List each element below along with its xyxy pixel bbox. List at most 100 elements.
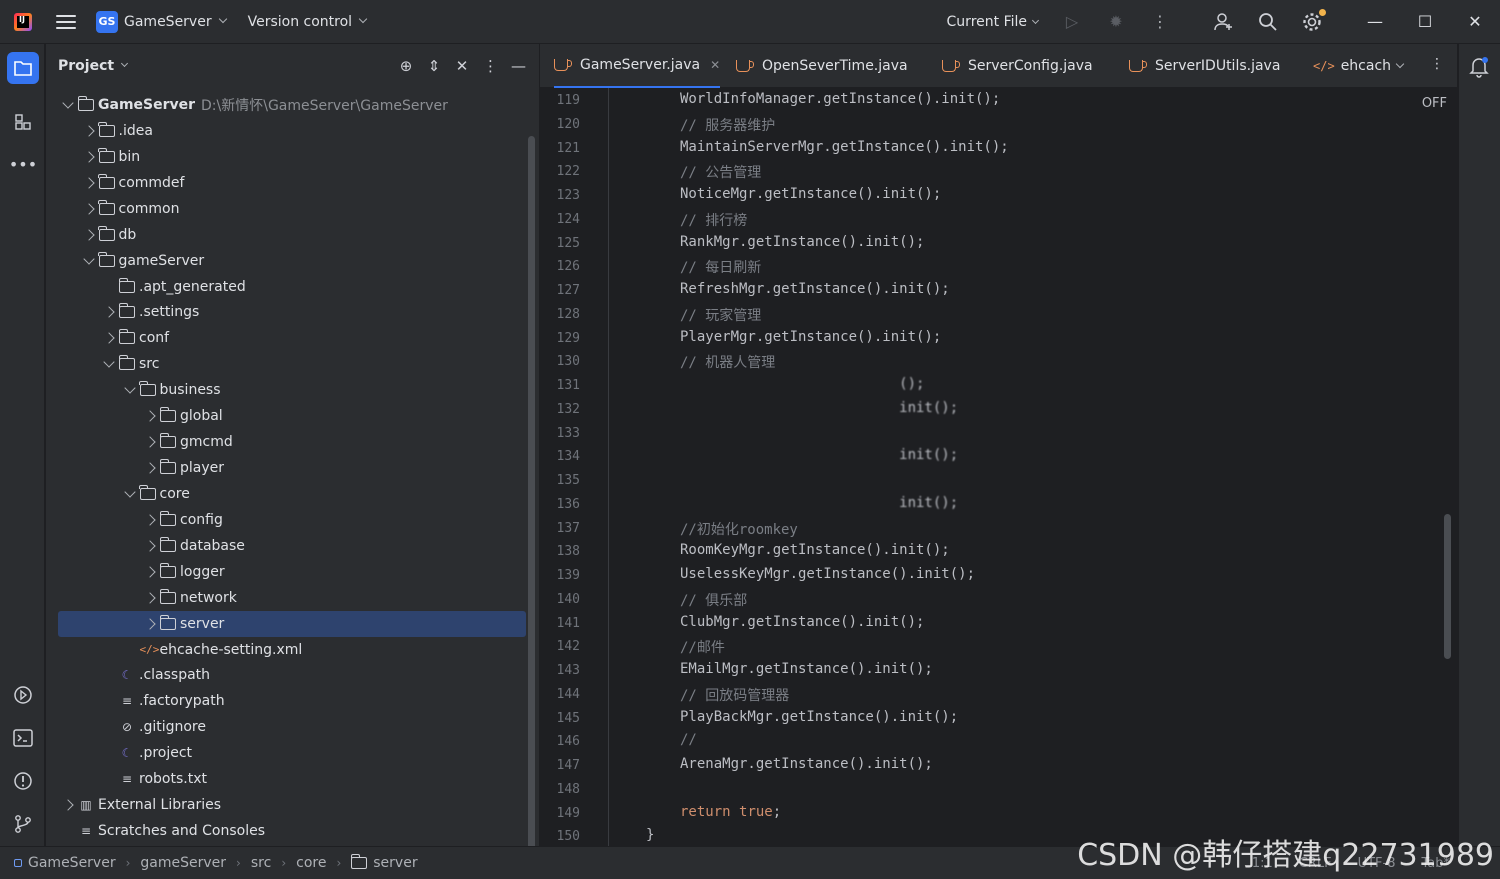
expand-all-icon[interactable]: ⇕: [427, 57, 441, 75]
tab-gameserver-java[interactable]: GameServer.java ✕: [554, 44, 721, 88]
tree-item-project[interactable]: ☾ .project: [58, 740, 526, 766]
collapse-all-icon[interactable]: ✕: [455, 57, 469, 75]
chevron-right-icon[interactable]: [144, 436, 156, 448]
chevron-down-icon[interactable]: [121, 59, 129, 67]
chevron-down-icon[interactable]: [358, 14, 368, 23]
editor-scrollbar[interactable]: [1444, 514, 1451, 659]
tree-item-robots-txt[interactable]: ≡ robots.txt: [58, 766, 526, 792]
chevron-right-icon[interactable]: [144, 410, 156, 422]
minimize-button[interactable]: —: [1350, 0, 1400, 44]
tab-ehcach[interactable]: </> ehcach: [1313, 44, 1391, 88]
close-tab-icon[interactable]: ✕: [710, 58, 720, 72]
tree-item-logger[interactable]: logger: [58, 559, 526, 585]
chevron-right-icon[interactable]: [144, 566, 156, 578]
chevron-right-icon[interactable]: [82, 203, 95, 215]
tree-item-gitignore[interactable]: ⊘ .gitignore: [58, 714, 526, 740]
tree-item-database[interactable]: database: [58, 533, 526, 559]
project-tool-icon[interactable]: [7, 52, 39, 84]
tree-item-network[interactable]: network: [58, 585, 526, 611]
breadcrumb-item[interactable]: GameServer: [14, 855, 116, 871]
breadcrumb-item[interactable]: gameServer: [140, 855, 226, 871]
chevron-right-icon[interactable]: [62, 799, 74, 811]
tree-item-ehcache-setting-xml[interactable]: </> ehcache-setting.xml: [58, 637, 526, 663]
chevron-right-icon[interactable]: [103, 306, 115, 319]
project-badge[interactable]: GS: [96, 10, 118, 33]
tree-item-gmcmd[interactable]: gmcmd: [58, 429, 526, 455]
tab-opensevertime-java[interactable]: OpenSeverTime.java: [736, 44, 908, 88]
run-icon[interactable]: ▷: [1060, 10, 1084, 34]
tree-item-player[interactable]: player: [58, 455, 526, 481]
settings-gear-icon[interactable]: [1300, 8, 1326, 34]
tree-item-global[interactable]: global: [58, 403, 526, 429]
tree-item-server[interactable]: server: [58, 610, 526, 637]
debug-icon[interactable]: ✹: [1104, 10, 1128, 34]
options-icon[interactable]: ⋮: [483, 57, 498, 75]
breadcrumb-item[interactable]: server: [350, 854, 418, 871]
chevron-right-icon[interactable]: [144, 617, 156, 630]
project-tree-scrollbar[interactable]: [528, 136, 535, 879]
chevron-down-icon[interactable]: [62, 97, 74, 109]
project-panel-title[interactable]: Project: [58, 58, 114, 74]
tree-item-db[interactable]: db: [58, 222, 526, 248]
chevron-right-icon[interactable]: [144, 514, 156, 526]
tree-item-classpath[interactable]: ☾ .classpath: [58, 662, 526, 688]
notifications-bell-icon[interactable]: [1469, 56, 1489, 83]
tree-item-business[interactable]: business: [58, 377, 526, 403]
more-actions-icon[interactable]: ⋮: [1148, 10, 1172, 34]
tree-item-idea[interactable]: .idea: [58, 118, 526, 144]
hide-panel-icon[interactable]: —: [511, 57, 526, 75]
tree-item-core[interactable]: core: [58, 481, 526, 507]
locate-file-icon[interactable]: ⊕: [399, 57, 413, 75]
problems-tool-icon[interactable]: [7, 765, 39, 797]
show-hidden-tabs-icon[interactable]: [1395, 58, 1405, 74]
code-with-me-icon[interactable]: [1212, 10, 1236, 34]
chevron-right-icon[interactable]: [144, 540, 156, 552]
tree-item-settings[interactable]: .settings: [58, 299, 526, 325]
chevron-down-icon[interactable]: [123, 486, 136, 498]
tab-options-icon[interactable]: ⋮: [1430, 56, 1444, 72]
tree-item-gameserver[interactable]: GameServer D:\新情怀\GameServer\GameServer: [58, 92, 526, 118]
close-button[interactable]: ✕: [1450, 0, 1500, 44]
tree-item-config[interactable]: config: [58, 507, 526, 533]
intellij-logo-icon[interactable]: IJ: [14, 12, 32, 31]
tree-item-factorypath[interactable]: ≡ .factorypath: [58, 688, 526, 714]
tab-serveridutils-java[interactable]: ServerIDUtils.java: [1129, 44, 1280, 88]
chevron-right-icon[interactable]: [144, 462, 156, 474]
services-tool-icon[interactable]: [7, 679, 39, 711]
line-number: 125: [556, 235, 580, 251]
maximize-button[interactable]: ☐: [1400, 0, 1450, 44]
chevron-right-icon[interactable]: [82, 151, 95, 163]
chevron-right-icon[interactable]: [82, 177, 95, 189]
tree-item-gameserver[interactable]: gameServer: [58, 248, 526, 274]
chevron-down-icon[interactable]: [123, 382, 136, 394]
reader-mode-state[interactable]: OFF: [1422, 96, 1447, 111]
main-menu-icon[interactable]: [56, 14, 76, 29]
project-switcher[interactable]: GameServer: [124, 14, 212, 30]
git-tool-icon[interactable]: [7, 808, 39, 840]
tree-item-apt-generated[interactable]: .apt_generated: [58, 274, 526, 300]
chevron-right-icon[interactable]: [82, 228, 95, 241]
tab-serverconfig-java[interactable]: ServerConfig.java: [942, 44, 1093, 88]
more-tool-windows-icon[interactable]: •••: [7, 148, 39, 180]
breadcrumb-item[interactable]: src: [251, 855, 271, 871]
terminal-tool-icon[interactable]: [7, 722, 39, 754]
breadcrumb-item[interactable]: core: [296, 855, 326, 871]
tree-item-common[interactable]: common: [58, 196, 526, 222]
run-configuration-selector[interactable]: Current File: [947, 14, 1040, 30]
chevron-down-icon[interactable]: [218, 14, 227, 23]
tree-item-src[interactable]: src: [58, 351, 526, 377]
tree-item-bin[interactable]: bin: [58, 144, 526, 170]
chevron-right-icon[interactable]: [82, 125, 95, 137]
tree-item-commdef[interactable]: commdef: [58, 170, 526, 196]
search-icon[interactable]: [1256, 10, 1280, 34]
tree-item-external-libraries[interactable]: ▥ External Libraries: [58, 792, 526, 818]
structure-tool-icon[interactable]: [7, 106, 39, 138]
chevron-down-icon[interactable]: [82, 252, 95, 265]
chevron-right-icon[interactable]: [103, 332, 115, 345]
code-line: // 回放码管理器: [680, 687, 790, 704]
chevron-down-icon[interactable]: [103, 356, 115, 368]
version-control-menu[interactable]: Version control: [248, 14, 352, 30]
tree-item-conf[interactable]: conf: [58, 325, 526, 351]
tree-item-scratches-and-consoles[interactable]: ≡ Scratches and Consoles: [58, 818, 526, 844]
chevron-right-icon[interactable]: [144, 591, 156, 604]
